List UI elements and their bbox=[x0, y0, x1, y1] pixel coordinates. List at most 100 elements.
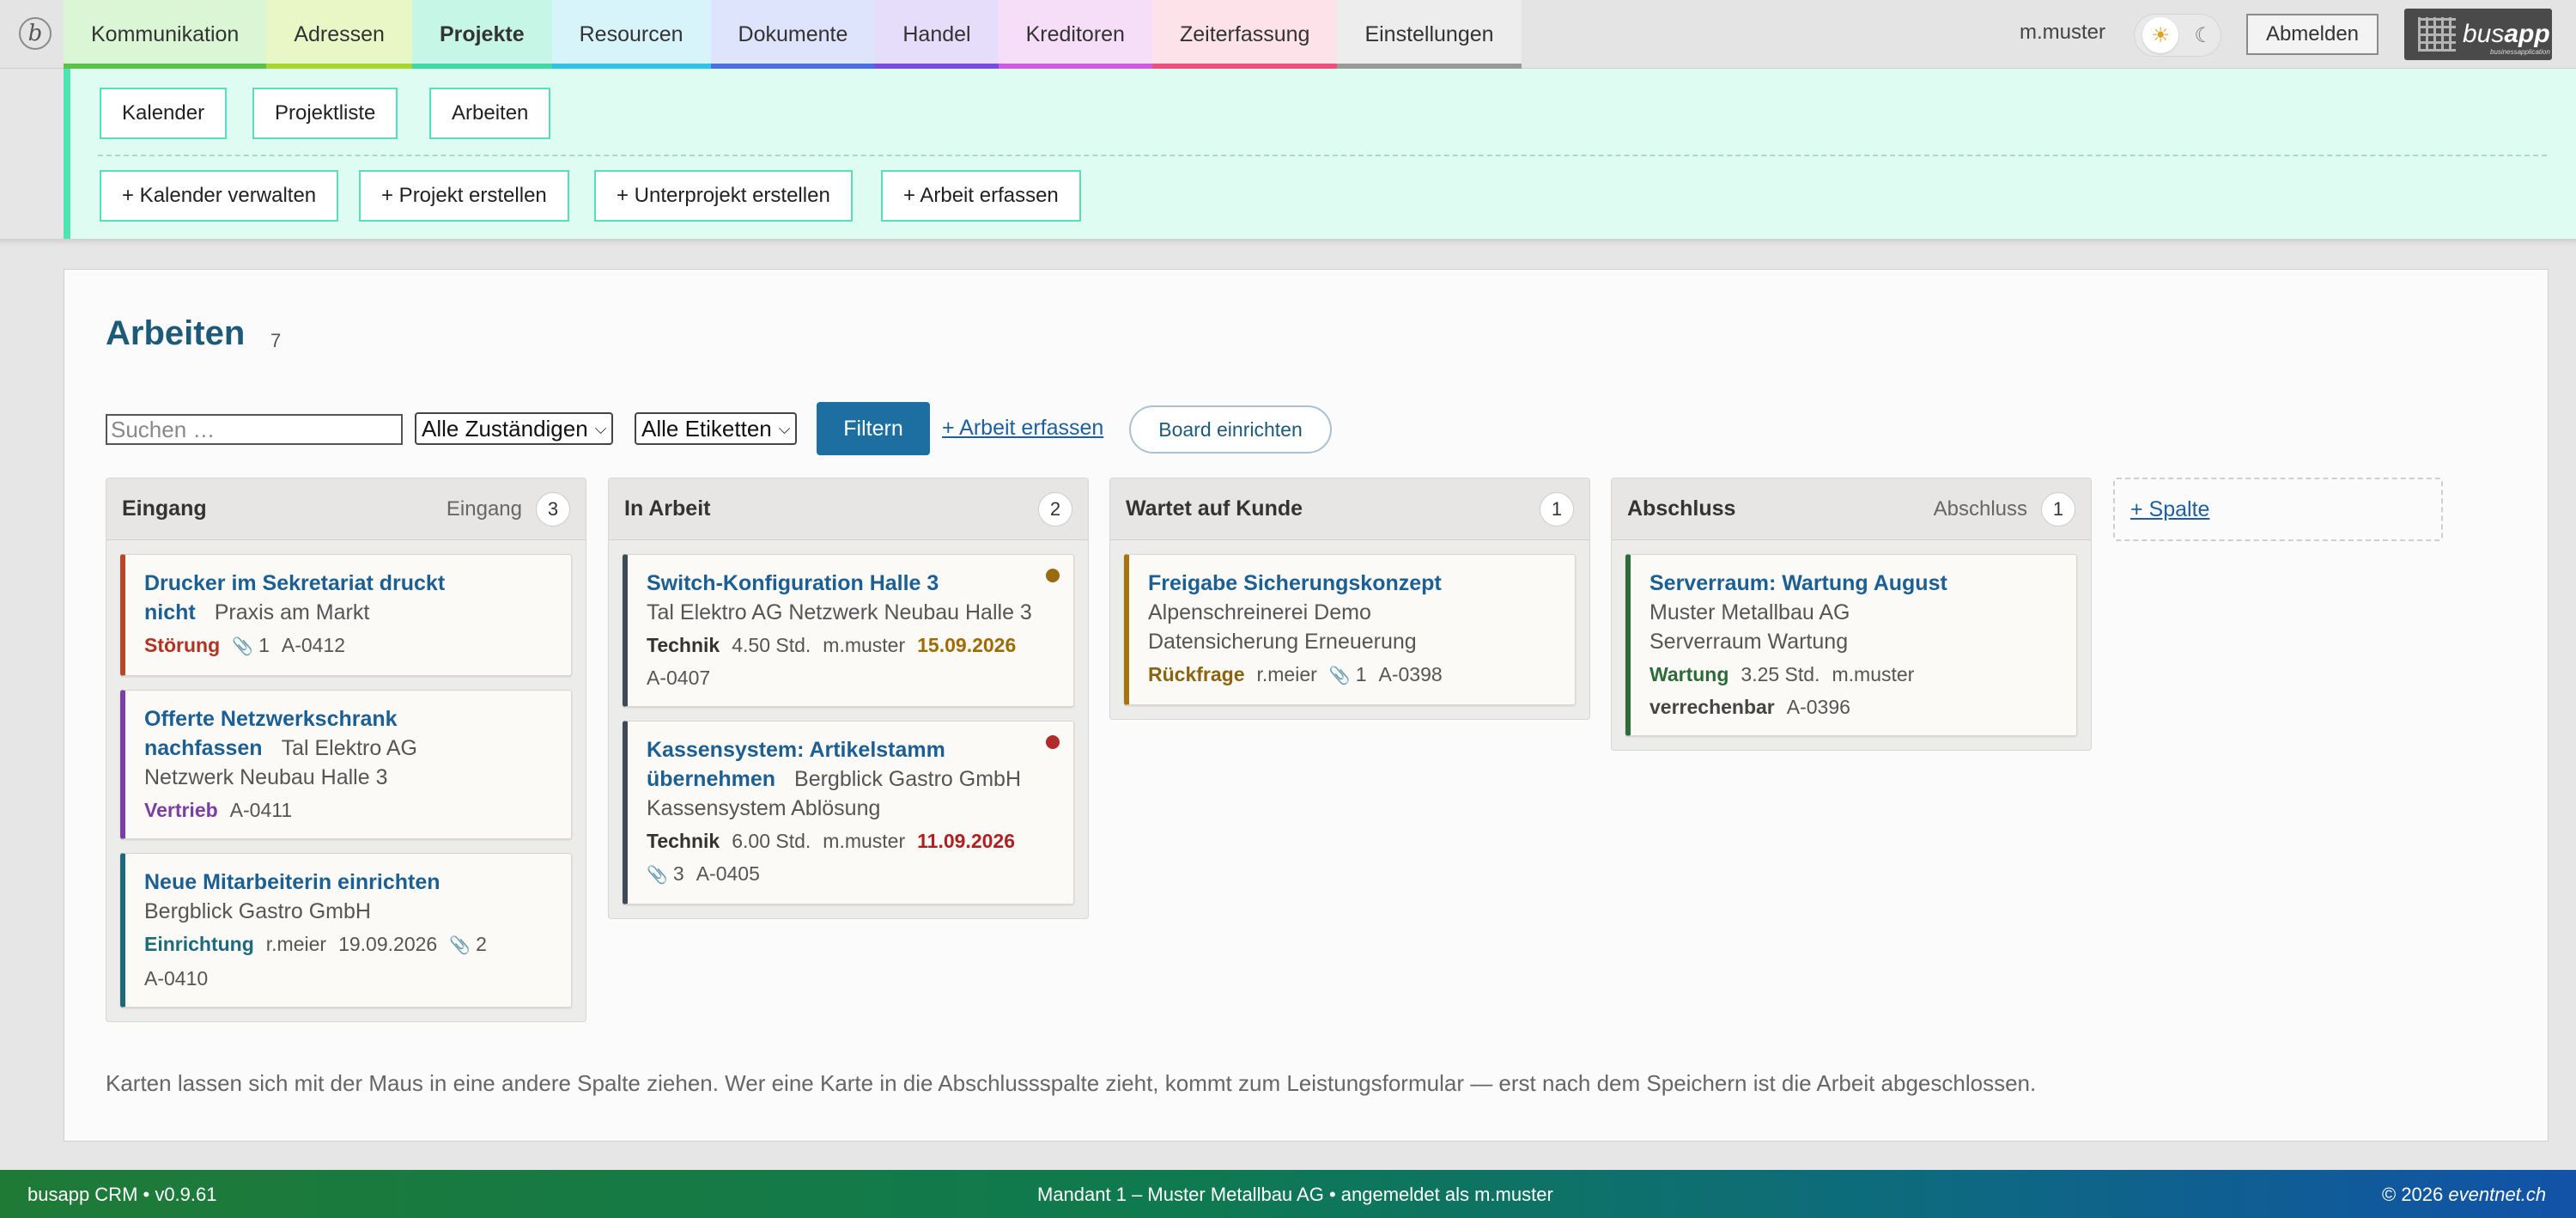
column-count-badge: 1 bbox=[1540, 491, 1574, 527]
meta-text: A-0410 bbox=[144, 967, 209, 990]
column-header[interactable]: Eingang Eingang 3 bbox=[106, 478, 586, 540]
work-card[interactable]: Offerte Netzwerkschrank nachfassen Tal El… bbox=[120, 690, 572, 839]
board-hint: Karten lassen sich mit der Maus in eine … bbox=[106, 1070, 2037, 1096]
card-meta: Vertrieb A-0411 bbox=[144, 795, 554, 825]
create-project-button[interactable]: + Projekt erstellen bbox=[359, 170, 569, 222]
tab-adressen[interactable]: Adressen bbox=[266, 0, 412, 69]
view-kalender-button[interactable]: Kalender bbox=[100, 88, 228, 139]
card-project: Datensicherung Erneuerung bbox=[1148, 630, 1417, 654]
meta-text: m.muster bbox=[823, 830, 906, 852]
brand-subtitle: businessapplication bbox=[2490, 48, 2550, 56]
tag-label: Störung bbox=[144, 634, 221, 656]
paperclip-icon: 📎 bbox=[449, 936, 471, 955]
column-title: Abschluss bbox=[1627, 496, 1736, 521]
work-card[interactable]: Freigabe Sicherungskonzept Alpenschreiner… bbox=[1124, 554, 1576, 705]
column-in-arbeit: In Arbeit 2 Switch-Konfiguration Halle 3 Ta… bbox=[608, 478, 1089, 919]
work-card[interactable]: Switch-Konfiguration Halle 3 Tal Elektro … bbox=[623, 554, 1074, 707]
card-meta: Technik 6.00 Std. m.muster 11.09.2026 bbox=[647, 826, 1056, 856]
card-heading: Neue Mitarbeiterin einrichten bbox=[144, 868, 554, 897]
moon-icon[interactable]: ☾ bbox=[2194, 23, 2213, 48]
work-card[interactable]: Serverraum: Wartung August Muster Metallb… bbox=[1625, 554, 2077, 736]
card-heading: Switch-Konfiguration Halle 3 bbox=[647, 569, 1056, 598]
meta-text: A-0396 bbox=[1786, 696, 1850, 718]
theme-toggle[interactable]: ☀ ☾ bbox=[2134, 14, 2221, 57]
attachment-number: 1 bbox=[258, 634, 270, 656]
work-count: 7 bbox=[270, 330, 282, 351]
sub-navigation: Kalender Projektliste Arbeiten + Kalende… bbox=[64, 69, 2576, 239]
card-customer: Tal Elektro AG Netzwerk Neubau Halle 3 bbox=[647, 600, 1032, 624]
add-column[interactable]: + Spalte bbox=[2113, 478, 2443, 541]
card-project: Netzwerk Neubau Halle 3 bbox=[144, 765, 388, 789]
card-heading: Kassensystem: Artikelstamm übernehmen Ber… bbox=[647, 735, 1056, 794]
due-date: 11.09.2026 bbox=[917, 830, 1015, 852]
column-header[interactable]: Abschluss Abschluss 1 bbox=[1612, 478, 2091, 540]
attachment-count: 📎 3 bbox=[647, 862, 684, 885]
status-dot-icon bbox=[1046, 569, 1060, 582]
meta-text: A-0407 bbox=[647, 667, 711, 689]
add-column-link[interactable]: + Spalte bbox=[2130, 497, 2209, 522]
work-card[interactable]: Neue Mitarbeiterin einrichten Bergblick G… bbox=[120, 853, 572, 1008]
meta-text: 19.09.2026 bbox=[338, 933, 438, 955]
card-meta: 📎 3 A-0405 bbox=[647, 859, 1056, 890]
tab-resourcen[interactable]: Resourcen bbox=[551, 0, 711, 69]
column-eingang: Eingang Eingang 3 Drucker im Sekretariat dr… bbox=[106, 478, 586, 1022]
label-select[interactable]: Alle Etiketten ⌵ bbox=[635, 412, 798, 445]
attachment-count: 📎 1 bbox=[232, 634, 270, 656]
b-circle-icon[interactable]: b bbox=[19, 17, 52, 50]
circuit-icon bbox=[2418, 17, 2456, 52]
work-card[interactable]: Kassensystem: Artikelstamm übernehmen Ber… bbox=[623, 721, 1074, 904]
card-customer: Muster Metallbau AG bbox=[1649, 600, 1850, 624]
view-projektliste-button[interactable]: Projektliste bbox=[252, 88, 398, 139]
current-user: m.muster bbox=[2020, 21, 2106, 44]
meta-text: A-0412 bbox=[281, 634, 346, 656]
filter-button[interactable]: Filtern bbox=[817, 402, 930, 455]
card-title[interactable]: Neue Mitarbeiterin einrichten bbox=[144, 870, 440, 894]
card-title[interactable]: Switch-Konfiguration Halle 3 bbox=[647, 571, 939, 595]
attachment-number: 2 bbox=[476, 933, 487, 955]
assignee-select[interactable]: Alle Zuständigen ⌵ bbox=[415, 412, 614, 445]
card-meta: Rückfrage r.meier 📎 1 A-0398 bbox=[1148, 660, 1558, 691]
card-customer: Bergblick Gastro GmbH bbox=[794, 767, 1021, 791]
column-header[interactable]: Wartet auf Kunde 1 bbox=[1110, 478, 1589, 540]
view-arbeiten-button[interactable]: Arbeiten bbox=[429, 88, 551, 139]
create-subproject-button[interactable]: + Unterprojekt erstellen bbox=[594, 170, 853, 222]
card-heading: Drucker im Sekretariat druckt nicht Praxi… bbox=[144, 569, 554, 627]
column-title: Wartet auf Kunde bbox=[1126, 496, 1303, 521]
card-meta: Einrichtung r.meier 19.09.2026 📎 2 bbox=[144, 929, 554, 960]
card-title[interactable]: Serverraum: Wartung August bbox=[1649, 571, 1947, 595]
board-setup-button[interactable]: Board einrichten bbox=[1129, 405, 1332, 454]
page-title: Arbeiten bbox=[106, 314, 246, 352]
tab-kommunikation[interactable]: Kommunikation bbox=[64, 0, 267, 69]
column-tag: Abschluss bbox=[1933, 496, 2027, 521]
work-card[interactable]: Drucker im Sekretariat druckt nicht Praxi… bbox=[120, 554, 572, 676]
column-count-badge: 2 bbox=[1038, 491, 1072, 527]
tab-einstellungen[interactable]: Einstellungen bbox=[1337, 0, 1522, 69]
tag-label: verrechenbar bbox=[1649, 696, 1775, 718]
sun-icon[interactable]: ☀ bbox=[2142, 17, 2179, 53]
column-count-badge: 1 bbox=[2041, 491, 2075, 527]
tab-projekte[interactable]: Projekte bbox=[411, 0, 552, 69]
logout-button[interactable]: Abmelden bbox=[2246, 14, 2379, 55]
add-work-link[interactable]: + Arbeit erfassen bbox=[942, 416, 1103, 441]
search-input[interactable] bbox=[106, 414, 403, 445]
tag-label: Rückfrage bbox=[1148, 663, 1245, 685]
meta-text: A-0398 bbox=[1378, 663, 1443, 685]
card-list: Serverraum: Wartung August Muster Metallb… bbox=[1612, 540, 2091, 736]
manage-calendar-button[interactable]: + Kalender verwalten bbox=[100, 170, 339, 222]
tab-dokumente[interactable]: Dokumente bbox=[710, 0, 876, 69]
tab-handel[interactable]: Handel bbox=[875, 0, 999, 69]
footer-version: busapp CRM • v0.9.61 bbox=[27, 1184, 217, 1205]
chevron-down-icon: ⌵ bbox=[594, 419, 607, 437]
column-header[interactable]: In Arbeit 2 bbox=[609, 478, 1088, 540]
attachment-number: 1 bbox=[1355, 663, 1367, 685]
add-work-button[interactable]: + Arbeit erfassen bbox=[881, 170, 1081, 222]
card-heading: Offerte Netzwerkschrank nachfassen Tal El… bbox=[144, 704, 554, 763]
tab-zeiterfassung[interactable]: Zeiterfassung bbox=[1151, 0, 1338, 69]
meta-text: m.muster bbox=[1832, 663, 1915, 685]
tag-label: Vertrieb bbox=[144, 799, 218, 821]
card-customer: Praxis am Markt bbox=[214, 600, 370, 624]
meta-text: A-0411 bbox=[229, 799, 293, 821]
card-title[interactable]: Freigabe Sicherungskonzept bbox=[1148, 571, 1442, 595]
attachment-count: 📎 2 bbox=[449, 933, 487, 955]
tab-kreditoren[interactable]: Kreditoren bbox=[998, 0, 1152, 69]
